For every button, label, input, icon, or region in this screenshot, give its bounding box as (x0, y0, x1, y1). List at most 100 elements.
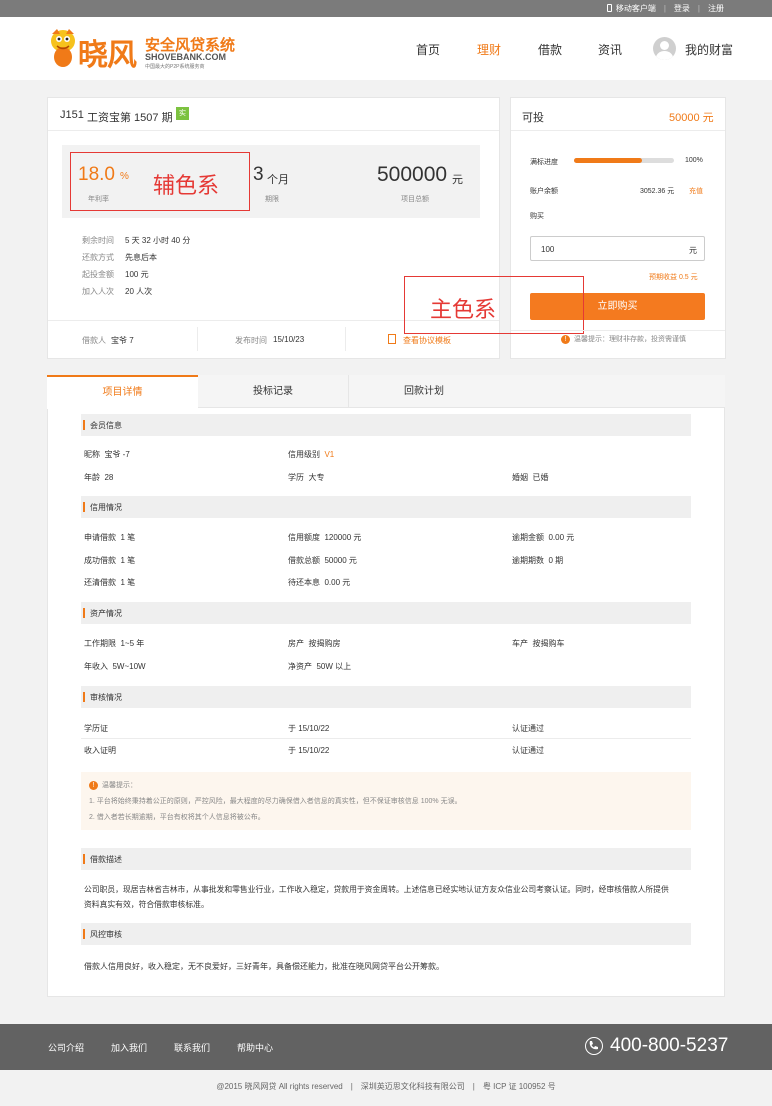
credit-field: 逾期金额 0.00 元 (512, 532, 574, 543)
detail-label: 加入人次 (82, 287, 114, 296)
audit-date: 于 15/10/22 (288, 724, 330, 733)
audit-status: 认证通过 (512, 724, 544, 733)
mobile-client-link[interactable]: 移动客户端 (606, 3, 656, 14)
section-title: 借款描述 (90, 855, 122, 864)
amount-unit: 元 (689, 246, 697, 255)
field-value: 120000 元 (324, 533, 362, 542)
field-value: 50W 以上 (316, 662, 352, 671)
login-link[interactable]: 登录 (674, 3, 690, 14)
nav-news[interactable]: 资讯 (598, 41, 622, 58)
nav-borrow[interactable]: 借款 (538, 41, 562, 58)
divider (511, 130, 725, 131)
audit-item-link[interactable]: 收入证明 (84, 745, 116, 756)
section-title: 风控审核 (90, 930, 122, 939)
audit-item-link[interactable]: 学历证 (84, 723, 108, 734)
notice-title: ! 温馨提示： (89, 780, 137, 790)
warning-icon: ! (561, 334, 570, 344)
audit-date: 于 15/10/22 (288, 746, 330, 755)
repayment-method: 先息后本 (125, 253, 157, 262)
amount-input[interactable]: 100 元 (530, 236, 705, 261)
register-link[interactable]: 注册 (708, 3, 724, 14)
site-logo[interactable]: 晓风 安全风贷系统 SHOVEBANK.COM 中国最大的P2P系统服务商 (48, 26, 238, 73)
field-label: 年收入 (84, 662, 108, 671)
section-title: 资产情况 (90, 609, 122, 618)
field-value: 1 笔 (120, 556, 136, 565)
my-wealth-link[interactable]: 我的财富 (685, 41, 733, 58)
primary-color-annotation: 主色系 (430, 297, 497, 322)
asset-field: 房产 按揭购房 (288, 638, 340, 649)
audit-status: 认证通过 (512, 746, 544, 755)
document-icon (388, 334, 396, 344)
notice-title-text: 温馨提示： (102, 782, 137, 789)
credit-field: 申请借款 1 笔 (84, 532, 135, 543)
progress-percent: 100% (685, 157, 703, 164)
period-label: 期限 (265, 196, 279, 203)
field-label: 婚姻 (512, 473, 528, 482)
progress-label: 满标进度 (530, 159, 558, 166)
borrower-label: 借款人 (82, 336, 106, 345)
divider: | (697, 4, 700, 13)
risk-tip: ! 温馨提示：理财非存款，投资需谨慎 (561, 334, 686, 344)
invest-title: 可投 (522, 112, 544, 124)
field-value: 1~5 年 (120, 639, 145, 648)
notice-box: ! 温馨提示： 1. 平台将始终秉持着公正的原则，严控风险，最大程度的尽力确保借入… (81, 772, 691, 830)
hotline-number: 400-800-5237 (610, 1035, 729, 1056)
footer-link-join[interactable]: 加入我们 (111, 1041, 147, 1054)
credit-field: 待还本息 0.00 元 (288, 577, 350, 588)
section-marker (83, 608, 85, 618)
field-value: V1 (324, 450, 335, 459)
balance-label: 账户余额 (530, 188, 558, 195)
field-label: 待还本息 (288, 578, 320, 587)
user-head-icon (660, 41, 669, 50)
expected-income: 预期收益 0.5 元 (649, 274, 698, 281)
tab-repayment-plan[interactable]: 回款计划 (349, 375, 499, 408)
phone-icon (585, 1037, 603, 1055)
mascot-icon (51, 29, 75, 67)
field-value: 0.00 元 (324, 578, 351, 587)
field-value: 0 期 (548, 556, 564, 565)
credit-field: 逾期期数 0 期 (512, 555, 563, 566)
divider: | (663, 4, 666, 13)
publish-label: 发布时间 (235, 336, 267, 345)
nav-invest[interactable]: 理财 (477, 41, 501, 58)
project-title: 工资宝第 1507 期 (87, 112, 173, 124)
remaining-time: 5 天 32 小时 40 分 (125, 236, 191, 245)
notice-line: 1. 平台将始终秉持着公正的原则，严控风险，最大程度的尽力确保借入者信息的真实性… (89, 798, 462, 805)
field-value: 5W~10W (112, 662, 146, 671)
asset-field: 车产 按揭购车 (512, 638, 564, 649)
top-bar: 移动客户端 | 登录 | 注册 (0, 0, 772, 17)
divider (511, 330, 725, 331)
description-line: 资料真实有效，符合借款审核标准。 (84, 900, 209, 909)
agreement-link[interactable]: 查看协议模板 (403, 335, 451, 346)
total-label: 项目总额 (401, 196, 429, 203)
notice-line: 2. 借入者若长期逾期，平台有权将其个人信息将被公布。 (89, 814, 265, 821)
period-value: 3 (253, 164, 264, 185)
detail-tabs: 项目详情 投标记录 回款计划 (47, 375, 725, 409)
secondary-color-annotation: 辅色系 (153, 173, 220, 198)
footer-link-contact[interactable]: 联系我们 (174, 1041, 210, 1054)
field-value: 0.00 元 (548, 533, 575, 542)
section-marker (83, 502, 85, 512)
divider (81, 738, 691, 739)
field-value: 28 (104, 473, 114, 482)
footer-link-about[interactable]: 公司介绍 (48, 1041, 84, 1054)
detail-label: 还款方式 (82, 253, 114, 262)
borrower-name: 宝爷 7 (111, 336, 134, 345)
field-value: 已婚 (532, 473, 549, 482)
tab-project-details[interactable]: 项目详情 (47, 375, 198, 409)
account-balance: 3052.36 元 (640, 188, 675, 195)
credit-field: 还清借款 1 笔 (84, 577, 135, 588)
tab-bid-records[interactable]: 投标记录 (198, 375, 349, 408)
brand-subslogan: 中国最大的P2P系统服务商 (145, 64, 205, 70)
warning-icon: ! (89, 780, 98, 790)
recharge-link[interactable]: 充值 (689, 186, 703, 196)
amount-value: 100 (541, 245, 555, 254)
field-label: 申请借款 (84, 533, 116, 542)
footer-link-help[interactable]: 帮助中心 (237, 1041, 273, 1054)
credit-field: 成功借款 1 笔 (84, 555, 135, 566)
nav-home[interactable]: 首页 (416, 41, 440, 58)
avatar[interactable] (653, 37, 676, 60)
footer: 公司介绍 加入我们 联系我们 帮助中心 400-800-5237 (0, 1024, 772, 1070)
section-marker (83, 692, 85, 702)
field-label: 成功借款 (84, 556, 116, 565)
